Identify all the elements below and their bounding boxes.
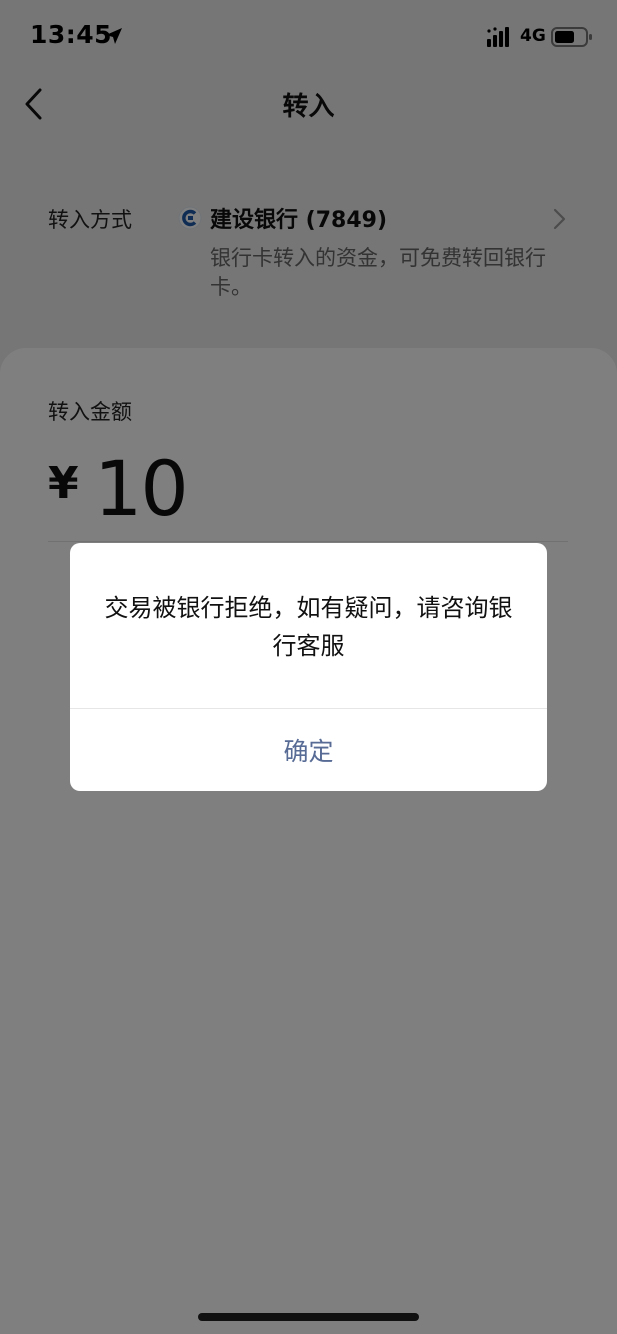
- confirm-button[interactable]: 确定: [70, 709, 547, 791]
- transfer-in-page: 13:45 4G 转入 转入方式 建设银行 (7849): [0, 0, 617, 1334]
- alert-dialog: 交易被银行拒绝，如有疑问，请咨询银行客服 确定: [70, 543, 547, 791]
- dialog-message: 交易被银行拒绝，如有疑问，请咨询银行客服: [104, 594, 513, 660]
- home-indicator[interactable]: [198, 1313, 419, 1321]
